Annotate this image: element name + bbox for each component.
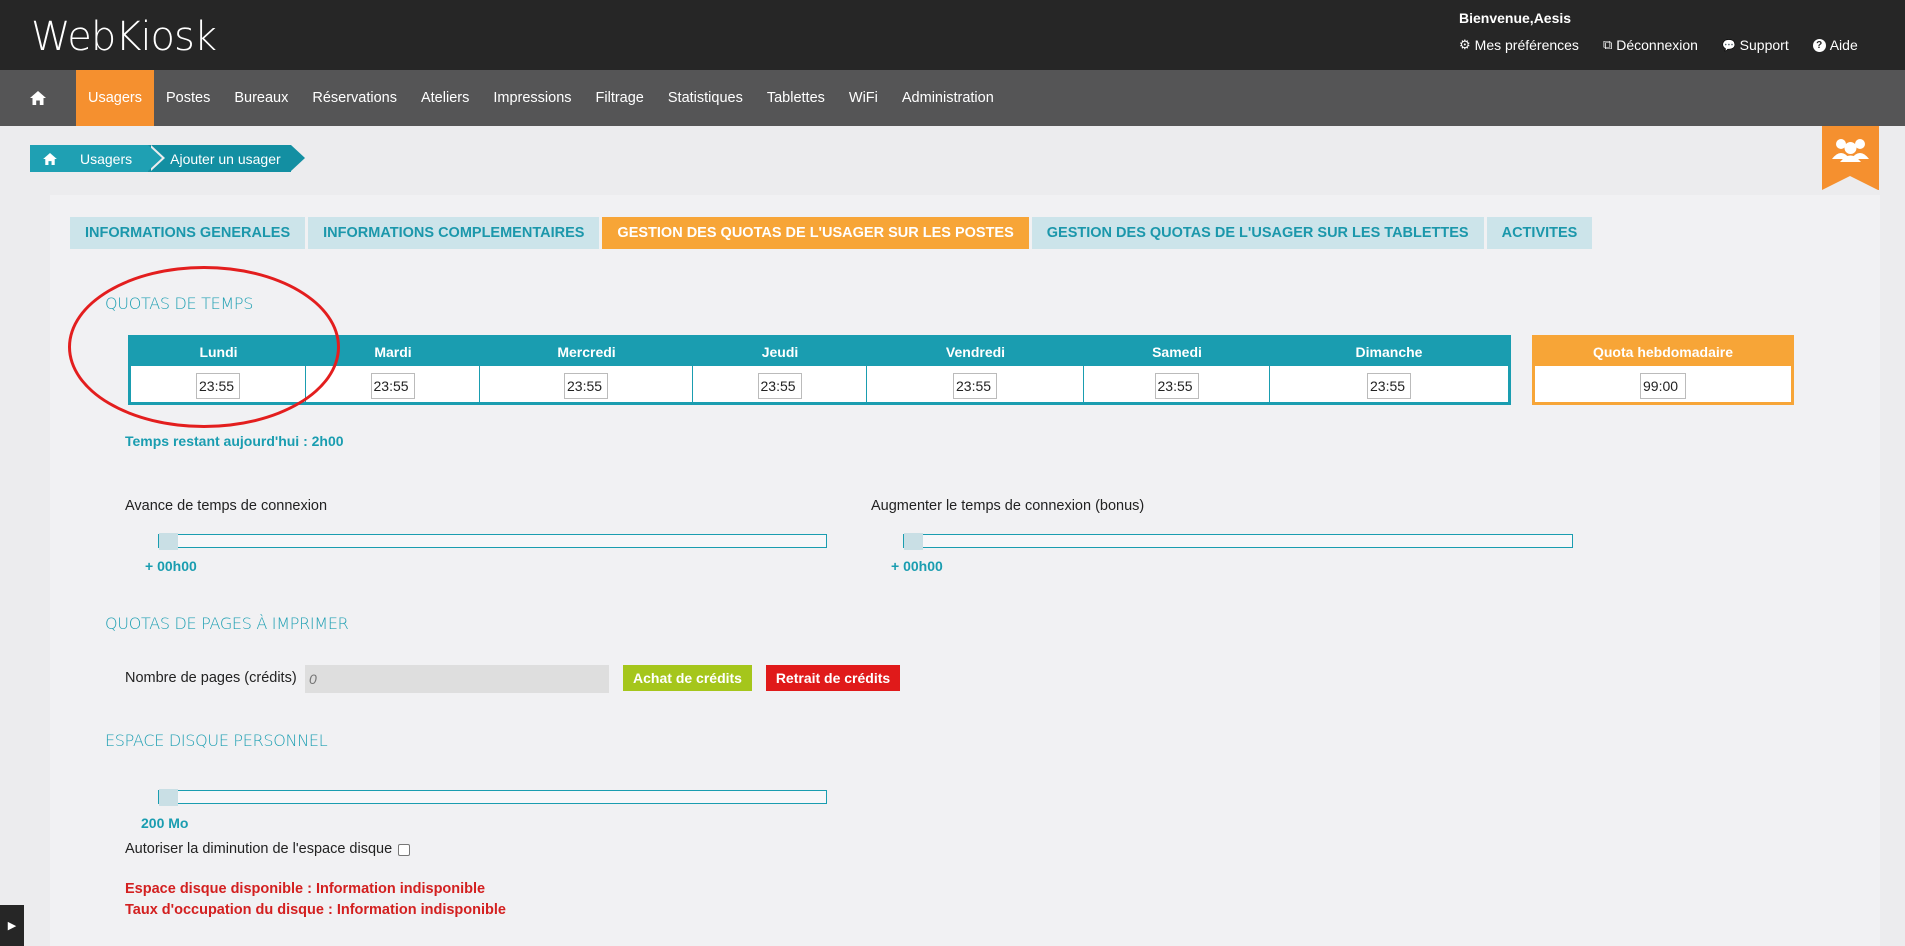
gear-icon: ⚙ xyxy=(1459,37,1471,52)
advance-time-slider-handle[interactable] xyxy=(159,533,178,550)
day-cell-vendredi xyxy=(867,366,1084,405)
help-label: Aide xyxy=(1829,37,1858,53)
side-panel-toggle[interactable]: ▶ xyxy=(0,905,24,946)
logout-label: Déconnexion xyxy=(1616,37,1698,53)
support-label: Support xyxy=(1739,37,1789,53)
mercredi-time-input[interactable] xyxy=(564,372,608,399)
bonus-time-label: Augmenter le temps de connexion (bonus) xyxy=(871,498,1145,514)
vendredi-time-input[interactable] xyxy=(953,372,997,399)
users-icon xyxy=(1832,139,1869,162)
nav-item-ateliers[interactable]: Ateliers xyxy=(409,70,481,126)
nav-item-tablettes[interactable]: Tablettes xyxy=(755,70,837,126)
day-header-jeudi: Jeudi xyxy=(761,344,799,360)
day-cell-mercredi xyxy=(480,366,693,405)
days-quota-table: Lundi Mardi Mercredi Jeudi Vendredi Same… xyxy=(128,335,1511,405)
lundi-time-input[interactable] xyxy=(196,372,240,399)
preferences-link[interactable]: ⚙ Mes préférences xyxy=(1459,37,1579,53)
print-quotas-title: QUOTAS DE PAGES À IMPRIMER xyxy=(105,614,349,633)
nav-item-statistiques[interactable]: Statistiques xyxy=(656,70,755,126)
allow-decrease-checkbox[interactable] xyxy=(398,844,410,856)
help-link[interactable]: ? Aide xyxy=(1812,37,1858,53)
day-header-mardi: Mardi xyxy=(374,344,412,360)
main-panel xyxy=(50,195,1880,946)
disk-space-slider[interactable] xyxy=(158,789,827,806)
main-nav: Usagers Postes Bureaux Réservations Atel… xyxy=(0,70,1905,126)
remaining-time-today: Temps restant aujourd'hui : 2h00 xyxy=(125,433,344,449)
breadcrumb-add-user: Ajouter un usager xyxy=(148,145,305,172)
help-icon: ? xyxy=(1812,38,1826,52)
advance-time-value: + 00h00 xyxy=(145,558,197,574)
preferences-label: Mes préférences xyxy=(1474,37,1579,53)
weekly-quota-header: Quota hebdomadaire xyxy=(1535,338,1791,366)
day-cell-lundi xyxy=(131,366,306,405)
time-quotas-title: QUOTAS DE TEMPS xyxy=(105,294,254,313)
play-icon: ▶ xyxy=(7,920,17,932)
disk-space-slider-handle[interactable] xyxy=(159,789,178,806)
tab-tablet-quotas[interactable]: GESTION DES QUOTAS DE L'USAGER SUR LES T… xyxy=(1031,217,1484,249)
breadcrumb-usagers[interactable]: Usagers xyxy=(70,145,166,172)
breadcrumb-add-user-label: Ajouter un usager xyxy=(170,150,281,167)
advance-time-label: Avance de temps de connexion xyxy=(125,498,328,514)
day-header-samedi: Samedi xyxy=(1152,344,1202,360)
nav-item-postes[interactable]: Postes xyxy=(154,70,222,126)
external-link-icon: ⧉ xyxy=(1602,37,1613,52)
weekly-quota-cell xyxy=(1535,366,1791,405)
samedi-time-input[interactable] xyxy=(1154,372,1199,399)
mardi-time-input[interactable] xyxy=(370,372,415,399)
logout-link[interactable]: ⧉ Déconnexion xyxy=(1603,37,1698,53)
tab-workstation-quotas[interactable]: GESTION DES QUOTAS DE L'USAGER SUR LES P… xyxy=(602,217,1029,249)
tab-general-info[interactable]: INFORMATIONS GENERALES xyxy=(70,217,306,249)
bonus-time-value: + 00h00 xyxy=(891,558,943,574)
pages-credits-label: Nombre de pages (crédits) xyxy=(125,670,297,686)
allow-decrease-label: Autoriser la diminution de l'espace disq… xyxy=(125,841,393,857)
disk-space-value: 200 Mo xyxy=(141,815,189,831)
nav-item-bureaux[interactable]: Bureaux xyxy=(222,70,300,126)
day-header-vendredi: Vendredi xyxy=(945,344,1006,360)
nav-item-administration[interactable]: Administration xyxy=(890,70,1006,126)
nav-item-usagers[interactable]: Usagers xyxy=(76,70,154,126)
nav-item-reservations[interactable]: Réservations xyxy=(300,70,409,126)
disk-space-title: ESPACE DISQUE PERSONNEL xyxy=(105,731,328,750)
tab-activities[interactable]: ACTIVITES xyxy=(1486,217,1593,249)
advance-time-slider[interactable] xyxy=(158,533,827,550)
days-values-row xyxy=(131,366,1508,405)
nav-home[interactable] xyxy=(0,70,76,126)
withdraw-credits-button[interactable]: Retrait de crédits xyxy=(766,665,900,691)
day-cell-jeudi xyxy=(693,366,867,405)
day-cell-dimanche xyxy=(1270,366,1508,405)
dimanche-time-input[interactable] xyxy=(1367,372,1411,399)
bonus-time-slider-handle[interactable] xyxy=(904,533,923,550)
chat-icon: 💬 xyxy=(1721,39,1736,52)
nav-item-wifi[interactable]: WiFi xyxy=(837,70,890,126)
top-bar: WebKiosk Bienvenue,Aesis ⚙ Mes préférenc… xyxy=(0,0,1905,70)
app-logo[interactable]: WebKiosk xyxy=(31,14,217,60)
breadcrumb-usagers-label: Usagers xyxy=(80,150,133,167)
bonus-time-slider[interactable] xyxy=(903,533,1573,550)
tab-additional-info[interactable]: INFORMATIONS COMPLEMENTAIRES xyxy=(308,217,600,249)
tab-bar: INFORMATIONS GENERALES INFORMATIONS COMP… xyxy=(70,217,1593,249)
badge-tail xyxy=(1822,176,1878,190)
pages-credits-input[interactable] xyxy=(305,665,609,693)
day-header-lundi: Lundi xyxy=(199,344,238,360)
disk-available-warning: Espace disque disponible : Information i… xyxy=(125,881,486,897)
days-header-row: Lundi Mardi Mercredi Jeudi Vendredi Same… xyxy=(131,338,1508,366)
support-link[interactable]: 💬 Support xyxy=(1722,37,1789,53)
welcome-text: Bienvenue,Aesis xyxy=(1459,10,1572,26)
nav-item-filtrage[interactable]: Filtrage xyxy=(584,70,656,126)
breadcrumb: Usagers Ajouter un usager xyxy=(30,145,305,172)
day-cell-mardi xyxy=(306,366,480,405)
top-links: ⚙ Mes préférences ⧉ Déconnexion 💬 Suppor… xyxy=(1459,37,1858,53)
breadcrumb-home[interactable] xyxy=(30,145,70,172)
nav-item-impressions[interactable]: Impressions xyxy=(481,70,583,126)
home-icon xyxy=(43,152,57,165)
day-header-mercredi: Mercredi xyxy=(557,344,616,360)
disk-occupancy-warning: Taux d'occupation du disque : Informatio… xyxy=(125,902,506,918)
home-icon xyxy=(30,91,46,105)
weekly-quota-input[interactable] xyxy=(1640,372,1686,399)
day-header-dimanche: Dimanche xyxy=(1355,344,1423,360)
buy-credits-button[interactable]: Achat de crédits xyxy=(623,665,752,691)
jeudi-time-input[interactable] xyxy=(757,372,802,399)
day-cell-samedi xyxy=(1084,366,1270,405)
weekly-quota-box: Quota hebdomadaire xyxy=(1532,335,1794,405)
